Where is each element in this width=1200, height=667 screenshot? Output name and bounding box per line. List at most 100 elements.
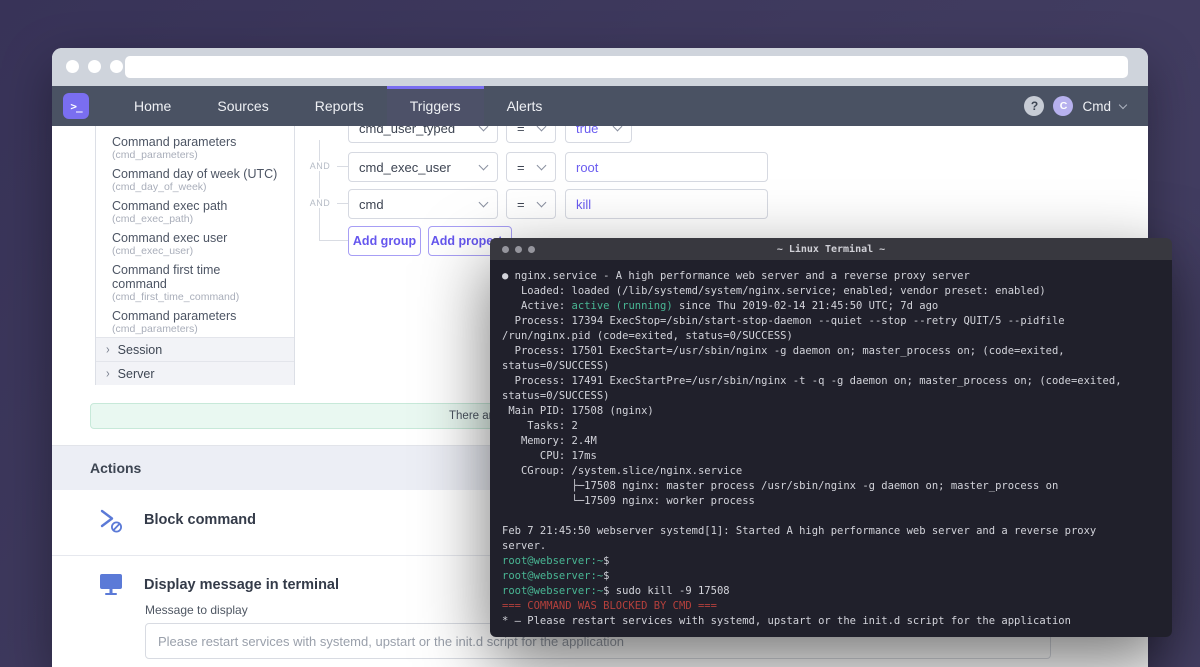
terminal-line: Memory: 2.4M	[502, 435, 597, 447]
nav-tab-triggers[interactable]: Triggers	[386, 86, 484, 126]
user-menu[interactable]: Cmd	[1082, 99, 1111, 114]
terminal-line: Loaded: loaded (/lib/systemd/system/ngin…	[502, 285, 1046, 297]
terminal-line: Process: 17394 ExecStop=/sbin/start-stop…	[502, 315, 1065, 327]
url-bar[interactable]	[125, 56, 1128, 78]
nav-tabs: Home Sources Reports Triggers Alerts	[111, 86, 565, 126]
condition-connector	[337, 166, 348, 167]
sidebar-property-item[interactable]: Command exec path (cmd_exec_path)	[96, 196, 294, 228]
terminal-line: root@webserver:~$ sudo kill -9 17508	[502, 585, 730, 597]
property-sidebar: Command parameters (cmd_parameters) Comman…	[95, 126, 295, 385]
sidebar-property-item[interactable]: Command parameters (cmd_parameters)	[96, 306, 294, 337]
window-control-dot[interactable]	[110, 60, 123, 73]
help-icon[interactable]: ?	[1024, 96, 1045, 116]
terminal-line: ● nginx.service - A high performance web…	[502, 270, 970, 282]
chevron-down-icon	[478, 160, 489, 171]
section-label: Server	[117, 366, 155, 381]
chevron-down-icon[interactable]	[1118, 100, 1128, 109]
chevron-right-icon: ›	[106, 366, 110, 381]
operator-select[interactable]: =	[506, 189, 556, 219]
field-select[interactable]: cmd	[348, 189, 498, 219]
sidebar-property-item[interactable]: Command day of week (UTC) (cmd_day_of_wee…	[96, 164, 294, 196]
terminal-window-control-dot[interactable]	[502, 246, 509, 253]
browser-titlebar	[52, 48, 1148, 86]
navbar-right: ? C Cmd	[1024, 96, 1128, 116]
property-code: (cmd_day_of_week)	[112, 181, 207, 193]
terminal-line: status=0/SUCCESS)	[502, 360, 610, 372]
terminal-line: └─17509 nginx: worker process	[502, 495, 755, 507]
operator-select-value: =	[517, 196, 525, 212]
chevron-right-icon: ›	[106, 342, 110, 357]
chevron-down-icon	[478, 197, 489, 208]
chevron-down-icon	[536, 197, 547, 208]
property-code: (cmd_exec_user)	[112, 245, 194, 257]
property-title: Command day of week (UTC)	[112, 167, 278, 181]
terminal-line: Feb 7 21:45:50 webserver systemd[1]: Sta…	[502, 525, 1097, 537]
sidebar-property-item[interactable]: Command exec user (cmd_exec_user)	[96, 228, 294, 260]
property-title: Command parameters	[112, 309, 237, 323]
terminal-line: === COMMAND WAS BLOCKED BY CMD ===	[502, 600, 717, 612]
terminal-titlebar: ~ Linux Terminal ~	[490, 238, 1172, 260]
terminal-line: ├─17508 nginx: master process /usr/sbin/…	[502, 480, 1059, 492]
property-code: (cmd_parameters)	[112, 323, 198, 335]
cmd-logo: >_	[63, 93, 89, 119]
block-command-icon	[100, 509, 122, 533]
terminal-line: * — Please restart services with systemd…	[502, 615, 1071, 627]
desktop-background: >_ Home Sources Reports Triggers Alerts ? C …	[0, 0, 1200, 667]
window-control-dot[interactable]	[66, 60, 79, 73]
operator-select[interactable]: =	[506, 152, 556, 182]
terminal-line: Process: 17491 ExecStartPre=/usr/sbin/ng…	[502, 375, 1122, 387]
window-control-dot[interactable]	[88, 60, 101, 73]
terminal-line: root@webserver:~$	[502, 570, 610, 582]
action-label: Display message in terminal	[144, 577, 340, 593]
terminal-line: Tasks: 2	[502, 420, 578, 432]
terminal-line: Process: 17501 ExecStart=/usr/sbin/nginx…	[502, 345, 1065, 357]
terminal-window: ~ Linux Terminal ~ ● nginx.service - A h…	[490, 238, 1172, 637]
terminal-line: CPU: 17ms	[502, 450, 597, 462]
nav-tab-alerts[interactable]: Alerts	[484, 86, 566, 126]
nav-tab-reports[interactable]: Reports	[292, 86, 387, 126]
action-label: Block command	[144, 512, 256, 528]
property-title: Command exec path	[112, 199, 228, 213]
terminal-line: status=0/SUCCESS)	[502, 390, 610, 402]
property-title: Command exec user	[112, 231, 228, 245]
terminal-line: CGroup: /system.slice/nginx.service	[502, 465, 743, 477]
monitor-icon	[100, 574, 122, 595]
sidebar-sections: › Session › Server	[96, 337, 294, 385]
property-list: Command parameters (cmd_parameters) Comman…	[96, 126, 294, 337]
value-input[interactable]: root	[565, 152, 768, 182]
terminal-window-control-dot[interactable]	[515, 246, 522, 253]
section-label: Session	[117, 342, 163, 357]
operator-select-value: =	[517, 159, 525, 175]
property-code: (cmd_parameters)	[112, 149, 198, 161]
terminal-line: server.	[502, 540, 547, 552]
and-label: AND	[308, 198, 332, 208]
terminal-line: root@webserver:~$	[502, 555, 610, 567]
sidebar-section-session[interactable]: › Session	[96, 337, 294, 361]
terminal-body[interactable]: ● nginx.service - A high performance web…	[490, 260, 1172, 637]
add-group-button[interactable]: Add group	[348, 226, 421, 256]
property-code: (cmd_exec_path)	[112, 213, 194, 225]
condition-connector	[337, 203, 348, 204]
terminal-line: Main PID: 17508 (nginx)	[502, 405, 654, 417]
terminal-title: ~ Linux Terminal ~	[776, 243, 886, 255]
nav-tab-sources[interactable]: Sources	[194, 86, 291, 126]
condition-connector	[319, 140, 320, 240]
and-label: AND	[308, 161, 332, 171]
property-title: Command parameters	[112, 135, 237, 149]
nav-tab-home[interactable]: Home	[111, 86, 194, 126]
actions-title: Actions	[90, 460, 142, 476]
property-title: Command first time command	[112, 263, 221, 291]
field-select[interactable]: cmd_exec_user	[348, 152, 498, 182]
condition-connector	[319, 240, 348, 241]
terminal-line: /run/nginx.pid (code=exited, status=0/SU…	[502, 330, 793, 342]
chevron-down-icon	[536, 160, 547, 171]
sidebar-property-item[interactable]: Command parameters (cmd_parameters)	[96, 132, 294, 164]
value-input[interactable]: kill	[565, 189, 768, 219]
property-code: (cmd_first_time_command)	[112, 291, 240, 303]
sidebar-section-server[interactable]: › Server	[96, 361, 294, 385]
sidebar-property-item[interactable]: Command first time command (cmd_first_tim…	[96, 260, 294, 306]
message-to-display-label: Message to display	[145, 603, 248, 617]
terminal-window-control-dot[interactable]	[528, 246, 535, 253]
avatar: C	[1053, 96, 1074, 116]
